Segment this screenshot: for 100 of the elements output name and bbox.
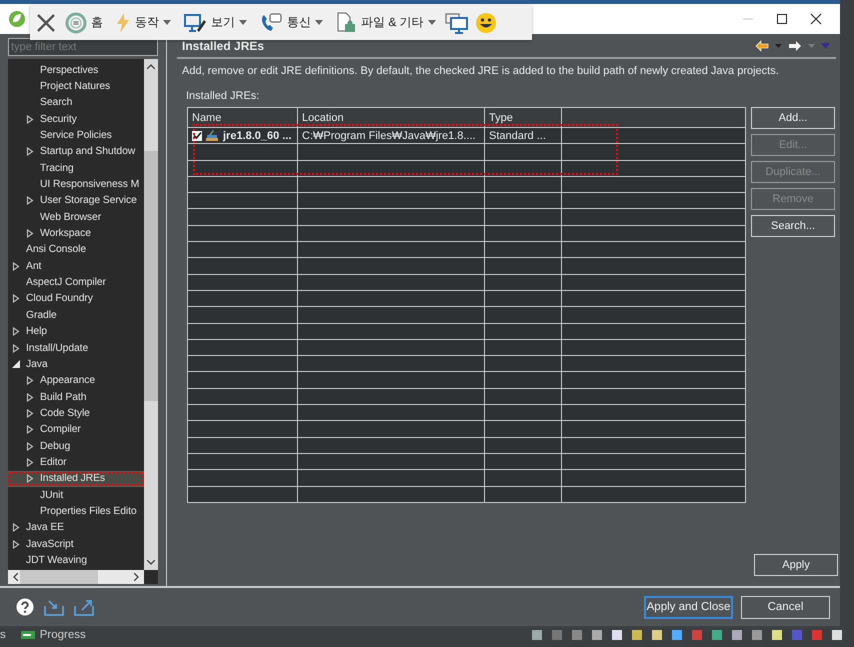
help-icon[interactable] — [16, 598, 34, 616]
expand-arrow-icon[interactable] — [12, 262, 20, 271]
monitor-icon[interactable] — [444, 12, 469, 34]
action-button[interactable]: Add... — [751, 107, 835, 129]
expand-arrow-icon[interactable] — [26, 114, 34, 124]
toolbar-menu-button[interactable]: 파일 & 기타 — [332, 12, 439, 34]
monitor-pen-icon — [183, 12, 207, 34]
tree-item[interactable]: Appearance — [8, 372, 144, 389]
checkbox[interactable] — [192, 130, 202, 141]
expand-arrow-icon[interactable] — [12, 344, 20, 353]
status-toolbar-icons[interactable] — [532, 630, 842, 640]
tree-item[interactable]: Web Browser — [8, 209, 144, 226]
tree-item[interactable]: User Storage Service — [8, 192, 144, 210]
expand-arrow-icon[interactable] — [26, 376, 34, 386]
tree-item[interactable]: Build Path — [8, 388, 144, 406]
back-arrow-icon[interactable] — [755, 40, 769, 52]
tree-item[interactable]: Java EE — [8, 520, 144, 536]
expand-arrow-icon[interactable] — [26, 474, 34, 484]
expand-arrow-icon[interactable] — [26, 392, 34, 402]
tree-item[interactable]: AspectJ Compiler — [8, 274, 144, 291]
expand-arrow-icon[interactable] — [12, 540, 20, 549]
tree-item[interactable]: Code Style — [8, 405, 144, 422]
dialog-button[interactable]: Apply and Close — [644, 596, 733, 618]
expand-arrow-icon[interactable] — [26, 425, 34, 434]
smiley-icon[interactable] — [474, 12, 497, 34]
expand-arrow-icon[interactable] — [12, 523, 20, 532]
tree-item[interactable]: UI Responsiveness M — [8, 176, 144, 193]
close-icon[interactable] — [810, 13, 822, 25]
expanded-arrow-icon[interactable] — [12, 360, 20, 368]
tree-item[interactable]: Cloud Foundry — [8, 290, 144, 308]
tree-item[interactable]: Ant — [8, 258, 144, 274]
column-header[interactable]: Location — [298, 108, 484, 128]
tree-item[interactable]: Editor — [8, 454, 144, 471]
tree-item[interactable]: Properties Files Edito — [8, 503, 144, 520]
table-cell: jre1.8.0_60 ... — [223, 130, 292, 142]
column-header[interactable]: Name — [188, 108, 298, 128]
dropdown-caret-icon — [163, 20, 171, 25]
toolbar-menu-button[interactable]: 보기 — [180, 12, 250, 34]
tree-item[interactable]: JUnit — [8, 486, 144, 504]
tree-item[interactable]: Help — [8, 324, 144, 340]
tree-item[interactable]: Project Natures — [8, 78, 144, 95]
tree-item[interactable]: Install/Update — [8, 340, 144, 356]
tree-item[interactable]: Search — [8, 94, 144, 112]
dropdown-caret-icon — [239, 20, 247, 25]
dropdown-caret-icon — [315, 20, 323, 25]
close-icon[interactable] — [36, 12, 56, 32]
progress-tab[interactable]: Progress — [40, 628, 86, 640]
horizontal-scrollbar[interactable] — [8, 570, 144, 584]
dropdown-caret-icon — [428, 20, 436, 25]
maximize-icon[interactable] — [776, 13, 788, 25]
filter-field[interactable]: type filter text — [8, 38, 158, 56]
import-icon[interactable] — [44, 598, 64, 616]
scroll-down-icon — [147, 560, 155, 565]
jre-library-icon — [206, 130, 219, 142]
expand-arrow-icon[interactable] — [26, 408, 34, 418]
status-text: s — [0, 628, 6, 640]
tree-item[interactable]: Tracing — [8, 160, 144, 176]
apply-button[interactable]: Apply — [754, 554, 838, 576]
tree-item[interactable]: Java — [8, 356, 144, 373]
vertical-scrollbar[interactable] — [144, 59, 158, 570]
progress-icon[interactable] — [20, 630, 35, 640]
table-cell: Standard ... — [484, 128, 562, 144]
forward-arrow-icon[interactable] — [788, 40, 802, 52]
page-title: Installed JREs — [182, 38, 264, 52]
tree-item[interactable]: Ansi Console — [8, 242, 144, 258]
toolbar-menu-button[interactable]: 통신 — [256, 12, 326, 34]
tree-item[interactable]: Startup and Shutdow — [8, 144, 144, 160]
tree-item[interactable]: Compiler — [8, 422, 144, 438]
action-button[interactable]: Search... — [751, 215, 835, 237]
tree-item[interactable]: Installed JREs — [8, 470, 144, 487]
table-cell: C:₩Program Files₩Java₩jre1.8.... — [298, 128, 484, 144]
expand-arrow-icon[interactable] — [26, 229, 34, 238]
leaf-logo-icon — [8, 10, 26, 28]
tree-item[interactable]: Perspectives — [8, 62, 144, 78]
tree-item[interactable]: JavaScript — [8, 536, 144, 552]
expand-arrow-icon[interactable] — [12, 327, 20, 336]
export-icon[interactable] — [74, 598, 94, 616]
expand-arrow-icon[interactable] — [26, 196, 34, 206]
lightning-icon — [115, 12, 131, 34]
scroll-right-icon — [134, 573, 139, 581]
expand-arrow-icon[interactable] — [12, 294, 20, 304]
phone-chat-icon — [259, 12, 283, 34]
expand-arrow-icon[interactable] — [26, 458, 34, 467]
tree-item[interactable]: Debug — [8, 438, 144, 454]
page-description: Add, remove or edit JRE definitions. By default, the checked JRE is added to the build path of newly created Java projects. — [182, 65, 780, 77]
home-ring-icon — [65, 12, 87, 34]
toolbar-menu-button[interactable]: 홈 — [62, 12, 106, 34]
table-label: Installed JREs: — [186, 90, 260, 102]
tree-item[interactable]: JDT Weaving — [8, 552, 144, 569]
tree-item[interactable]: Service Policies — [8, 127, 144, 144]
file-puzzle-icon — [335, 12, 357, 34]
expand-arrow-icon[interactable] — [26, 442, 34, 451]
dialog-button[interactable]: Cancel — [741, 596, 830, 618]
tree-item[interactable]: Gradle — [8, 307, 144, 324]
tree-item[interactable]: Workspace — [8, 225, 144, 242]
tree-item[interactable]: Security — [8, 111, 144, 128]
scroll-up-icon — [147, 64, 155, 69]
toolbar-menu-button[interactable]: 동작 — [112, 12, 174, 34]
expand-arrow-icon[interactable] — [26, 147, 34, 156]
column-header[interactable]: Type — [484, 108, 562, 128]
